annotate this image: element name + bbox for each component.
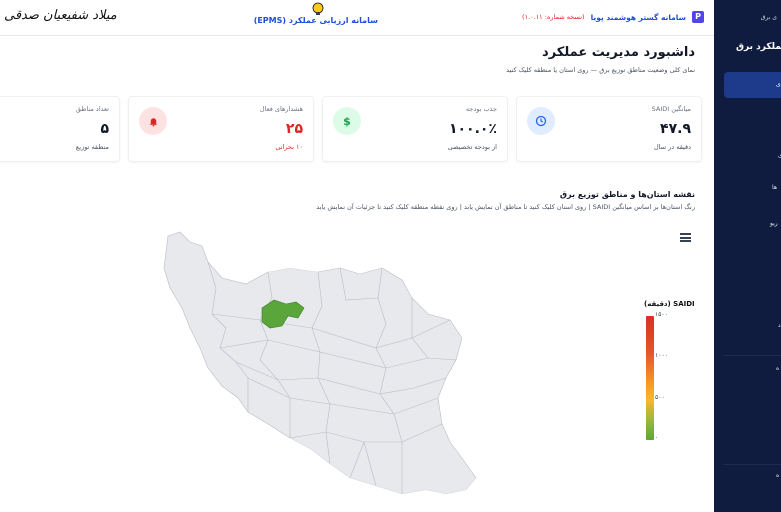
kpi-card-budget[interactable]: جذب بودجه ۱۰۰.۰٪ از بودجه تخصیصی $ bbox=[322, 96, 508, 162]
kpi-value: ۵ bbox=[100, 121, 109, 137]
sidebar-item[interactable]: ها bbox=[772, 184, 777, 191]
version-label: (نسخه شماره: ۱.۰.۱۱) bbox=[522, 13, 585, 21]
kpi-label: میانگین SAIDI bbox=[651, 105, 691, 113]
iran-province-map[interactable] bbox=[150, 228, 480, 512]
user-signature: میلاد شفیعیان صدقی bbox=[4, 8, 117, 23]
sidebar-item-dashboard[interactable]: ی bbox=[724, 72, 781, 98]
map-section-title: نقشه استان‌ها و مناطق توزیع برق bbox=[559, 190, 695, 199]
kpi-label: تعداد مناطق bbox=[75, 105, 109, 113]
page-title: داشبورد مدیریت عملکرد bbox=[542, 45, 695, 60]
sidebar-top-text: ی برق bbox=[760, 14, 777, 21]
legend-tick: ۵۰۰ bbox=[655, 394, 665, 401]
kpi-value: ۱۰۰.۰٪ bbox=[448, 121, 497, 137]
legend-tick: ۱۰۰۰ bbox=[655, 352, 668, 359]
menu-icon[interactable] bbox=[680, 233, 691, 242]
sidebar-item-label: ی bbox=[776, 81, 781, 88]
sidebar-item[interactable]: ریو bbox=[770, 220, 778, 227]
kpi-value: ۴۷.۹ bbox=[660, 121, 691, 137]
company-name: سامانه گستر هوشمند پویا bbox=[590, 12, 686, 22]
app-title: سامانه ارزیابی عملکرد (EPMS) bbox=[253, 16, 378, 25]
page-subtitle: نمای کلی وضعیت مناطق توزیع برق — روی است… bbox=[506, 66, 695, 74]
legend-tick: ۰ bbox=[655, 434, 659, 441]
sidebar: ی برق عملکرد برق ی ی ها ریو د ه ه bbox=[714, 0, 781, 512]
sidebar-item[interactable]: ه bbox=[776, 472, 779, 479]
kpi-note: ۱۰ بحرانی bbox=[275, 143, 303, 151]
legend-tick: ۱۵۰۰ bbox=[655, 311, 668, 318]
kpi-card-alerts[interactable]: هشدارهای فعال ۲۵ ۱۰ بحرانی bbox=[128, 96, 314, 162]
bell-icon bbox=[139, 107, 167, 135]
sidebar-divider bbox=[724, 355, 781, 356]
sidebar-item[interactable]: ه bbox=[776, 365, 779, 372]
kpi-label: جذب بودجه bbox=[465, 105, 497, 113]
kpi-card-saidi[interactable]: میانگین SAIDI ۴۷.۹ دقیقه در سال bbox=[516, 96, 702, 162]
company-logo-icon: P bbox=[692, 11, 704, 23]
kpi-label: هشدارهای فعال bbox=[259, 105, 303, 113]
kpi-note: دقیقه در سال bbox=[653, 143, 691, 151]
company-brand[interactable]: P سامانه گستر هوشمند پویا (نسخه شماره: ۱… bbox=[522, 11, 704, 23]
top-bar: میلاد شفیعیان صدقی سامانه ارزیابی عملکرد… bbox=[0, 0, 714, 36]
app-brand-center[interactable]: سامانه ارزیابی عملکرد (EPMS) bbox=[253, 2, 378, 25]
kpi-note: از بودجه تخصیصی bbox=[447, 143, 497, 151]
sidebar-divider bbox=[724, 464, 781, 465]
sidebar-item[interactable]: د bbox=[778, 322, 781, 329]
clock-icon bbox=[527, 107, 555, 135]
kpi-value: ۲۵ bbox=[285, 121, 303, 137]
saidi-color-scale bbox=[646, 316, 654, 440]
kpi-note: منطقه توزیع bbox=[75, 143, 109, 151]
dollar-icon: $ bbox=[333, 107, 361, 135]
lightbulb-icon bbox=[312, 2, 324, 15]
legend-title: SAIDI (دقیقه) bbox=[644, 300, 695, 308]
map-section-subtitle: رنگ استان‌ها بر اساس میانگین SAIDI | روی… bbox=[316, 203, 695, 211]
kpi-card-regions[interactable]: تعداد مناطق ۵ منطقه توزیع bbox=[0, 96, 120, 162]
sidebar-title: عملکرد برق bbox=[736, 42, 781, 52]
